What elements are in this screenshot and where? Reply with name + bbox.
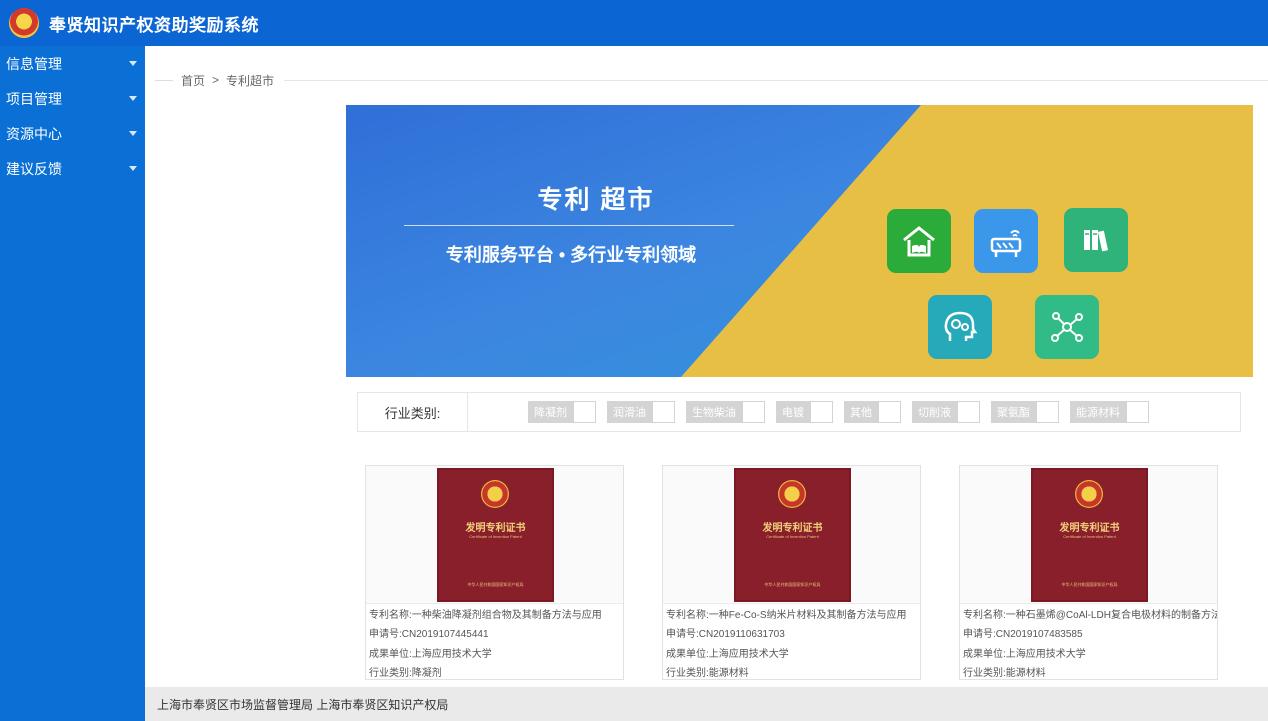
application-number: 申请号:CN2019110631703 <box>666 629 785 641</box>
sidebar-item-label: 建议反馈 <box>6 160 62 177</box>
patent-card[interactable]: 发明专利证书 Certificate of Invention Patent 中… <box>662 465 921 680</box>
chip-checkbox[interactable] <box>1036 401 1059 423</box>
application-number: 申请号:CN2019107445441 <box>369 629 489 641</box>
emblem-logo <box>9 8 39 38</box>
certificate-image-area: 发明专利证书 Certificate of Invention Patent 中… <box>960 466 1217 604</box>
certificate-image-area: 发明专利证书 Certificate of Invention Patent 中… <box>366 466 623 604</box>
certificate-issuer: 中华人民共和国国家知识产权局 <box>467 582 524 587</box>
application-number: 申请号:CN2019107483585 <box>963 629 1083 641</box>
chip-label: 切削液 <box>912 401 957 423</box>
patent-name: 专利名称:一种柴油降凝剂组合物及其制备方法与应用 <box>369 610 602 621</box>
result-unit: 成果单位:上海应用技术大学 <box>963 648 1086 660</box>
sidebar-item-label: 资源中心 <box>6 125 62 142</box>
industry-category: 行业类别:能源材料 <box>666 667 749 679</box>
certificate-subtitle: Certificate of Invention Patent <box>469 534 522 539</box>
chip-label: 生物柴油 <box>686 401 742 423</box>
patent-card[interactable]: 发明专利证书 Certificate of Invention Patent 中… <box>365 465 624 680</box>
footer-text: 上海市奉贤区市场监督管理局 上海市奉贤区知识产权局 <box>157 697 449 712</box>
home-book-icon <box>887 209 951 273</box>
certificate-issuer: 中华人民共和国国家知识产权局 <box>1061 582 1118 587</box>
national-emblem-icon <box>481 480 509 508</box>
patent-info: 专利名称:一种石墨烯@CoAl-LDH复合电极材料的制备方法 申请号:CN201… <box>960 604 1217 679</box>
breadcrumb-home-link[interactable]: 首页 <box>181 72 205 89</box>
top-header: 奉贤知识产权资助奖励系统 <box>0 0 1268 46</box>
certificate-image-area: 发明专利证书 Certificate of Invention Patent 中… <box>663 466 920 604</box>
chip-checkbox[interactable] <box>742 401 765 423</box>
chip-checkbox[interactable] <box>1126 401 1149 423</box>
banner-divider <box>404 225 734 226</box>
chip-checkbox[interactable] <box>573 401 596 423</box>
brain-gears-icon <box>928 295 992 359</box>
sidebar-item-feedback[interactable]: 建议反馈 <box>0 151 145 186</box>
chevron-down-icon <box>129 131 137 136</box>
category-chip[interactable]: 其他 <box>844 401 901 423</box>
result-unit: 成果单位:上海应用技术大学 <box>666 648 789 660</box>
category-chip[interactable]: 电镀 <box>776 401 833 423</box>
network-nodes-icon <box>1035 295 1099 359</box>
banner-title: 专利 超市 <box>537 186 655 214</box>
breadcrumb-current: 专利超市 <box>226 73 275 88</box>
national-emblem-icon <box>778 480 806 508</box>
certificate-title: 发明专利证书 <box>762 523 823 534</box>
patent-card[interactable]: 发明专利证书 Certificate of Invention Patent 中… <box>959 465 1218 680</box>
patent-name: 专利名称:一种Fe-Co-S纳米片材料及其制备方法与应用 <box>666 610 907 621</box>
chip-label: 润滑油 <box>607 401 652 423</box>
patent-name: 专利名称:一种石墨烯@CoAl-LDH复合电极材料的制备方法 <box>963 610 1217 621</box>
chip-label: 其他 <box>844 401 878 423</box>
chevron-down-icon <box>129 96 137 101</box>
sidebar: 信息管理 项目管理 资源中心 建议反馈 <box>0 46 145 721</box>
chip-label: 降凝剂 <box>528 401 573 423</box>
category-chip[interactable]: 聚氨酯 <box>991 401 1059 423</box>
industry-category: 行业类别:能源材料 <box>963 667 1046 679</box>
sidebar-item-resource-center[interactable]: 资源中心 <box>0 116 145 151</box>
chip-checkbox[interactable] <box>878 401 901 423</box>
filter-label: 行业类别: <box>358 393 468 431</box>
certificate-title: 发明专利证书 <box>1059 523 1120 534</box>
footer: 上海市奉贤区市场监督管理局 上海市奉贤区知识产权局 <box>145 687 1268 721</box>
breadcrumb: 首页 > 专利超市 <box>155 70 1268 90</box>
category-chip[interactable]: 降凝剂 <box>528 401 596 423</box>
breadcrumb-separator: > <box>212 73 220 87</box>
divider <box>284 79 1268 81</box>
chevron-down-icon <box>129 166 137 171</box>
chip-label: 能源材料 <box>1070 401 1126 423</box>
patent-certificate-image: 发明专利证书 Certificate of Invention Patent 中… <box>1031 468 1148 602</box>
chevron-down-icon <box>129 61 137 66</box>
patent-info: 专利名称:一种Fe-Co-S纳米片材料及其制备方法与应用 申请号:CN20191… <box>663 604 920 679</box>
industry-filter: 行业类别: 降凝剂 润滑油 生物柴油 电镀 其他 切削液 聚氨酯 能源材料 <box>357 392 1241 432</box>
patent-certificate-image: 发明专利证书 Certificate of Invention Patent 中… <box>734 468 851 602</box>
books-icon <box>1064 208 1128 272</box>
banner-subtitle: 专利服务平台 • 多行业专利领域 <box>445 245 697 265</box>
category-chip-list: 降凝剂 润滑油 生物柴油 电镀 其他 切削液 聚氨酯 能源材料 <box>528 401 1160 423</box>
certificate-subtitle: Certificate of Invention Patent <box>1063 534 1116 539</box>
category-chip[interactable]: 切削液 <box>912 401 980 423</box>
category-chip[interactable]: 生物柴油 <box>686 401 765 423</box>
certificate-issuer: 中华人民共和国国家知识产权局 <box>764 582 821 587</box>
certificate-subtitle: Certificate of Invention Patent <box>766 534 819 539</box>
national-emblem-icon <box>1075 480 1103 508</box>
certificate-title: 发明专利证书 <box>465 523 526 534</box>
patent-certificate-image: 发明专利证书 Certificate of Invention Patent 中… <box>437 468 554 602</box>
industry-category: 行业类别:降凝剂 <box>369 667 442 679</box>
result-unit: 成果单位:上海应用技术大学 <box>369 648 492 660</box>
patent-market-banner: 专利 超市 专利服务平台 • 多行业专利领域 <box>346 105 1253 377</box>
chip-checkbox[interactable] <box>810 401 833 423</box>
chip-checkbox[interactable] <box>957 401 980 423</box>
category-chip[interactable]: 能源材料 <box>1070 401 1149 423</box>
sidebar-item-info-management[interactable]: 信息管理 <box>0 46 145 81</box>
category-chip[interactable]: 润滑油 <box>607 401 675 423</box>
site-title: 奉贤知识产权资助奖励系统 <box>49 15 259 35</box>
sidebar-item-label: 信息管理 <box>6 55 62 72</box>
chip-label: 电镀 <box>776 401 810 423</box>
wifi-device-icon <box>974 209 1038 273</box>
chip-label: 聚氨酯 <box>991 401 1036 423</box>
divider <box>155 79 173 81</box>
patent-info: 专利名称:一种柴油降凝剂组合物及其制备方法与应用 申请号:CN201910744… <box>366 604 623 679</box>
sidebar-item-project-management[interactable]: 项目管理 <box>0 81 145 116</box>
chip-checkbox[interactable] <box>652 401 675 423</box>
sidebar-item-label: 项目管理 <box>6 90 62 107</box>
